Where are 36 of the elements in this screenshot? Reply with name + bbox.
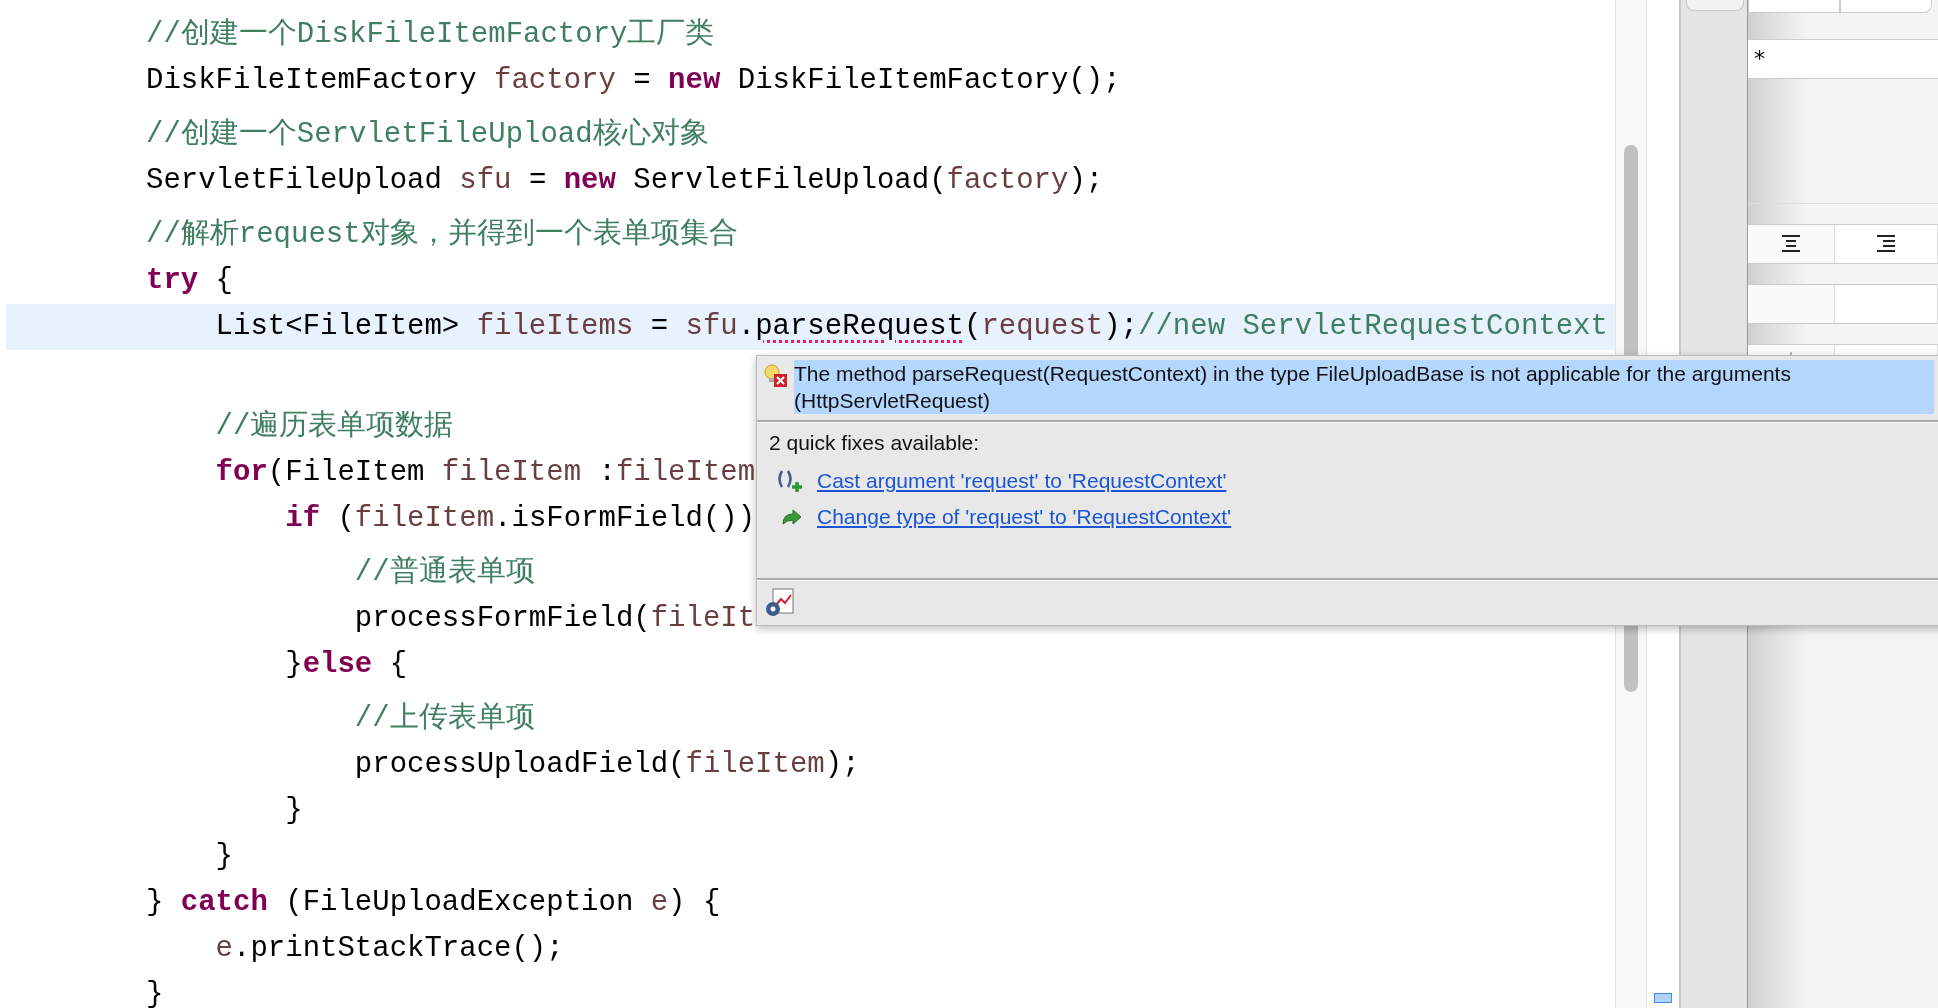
code-line: DiskFileItemFactory factory = new DiskFileItemFactory(); <box>146 64 1121 97</box>
code-line: for(FileItem fileItem :fileItem <box>214 456 756 489</box>
code-line: if (fileItem.isFormField()) <box>284 502 756 535</box>
text-field[interactable]: * <box>1748 39 1938 79</box>
align-right-icon <box>1876 235 1896 253</box>
code-line: List<FileItem> fileItems = sfu.parseRequest(request);//new ServletRequestContext <box>214 310 1608 343</box>
toolbar-button[interactable] <box>1686 0 1744 11</box>
code-line: //遍历表单项数据 <box>214 410 454 443</box>
code-line: //创建一个DiskFileItemFactory工厂类 <box>146 18 715 51</box>
code-line: //普通表单项 <box>353 556 535 589</box>
code-line: //上传表单项 <box>353 702 535 735</box>
overview-marker[interactable] <box>1654 993 1672 1003</box>
code-line: } <box>146 978 164 1008</box>
code-line: } <box>284 794 303 827</box>
toolbar-button[interactable] <box>1840 0 1932 13</box>
code-line: } <box>214 840 233 873</box>
code-line: //创建一个ServletFileUpload核心对象 <box>146 118 709 151</box>
panel-cell[interactable] <box>1748 285 1835 323</box>
code-line: }else { <box>284 648 408 681</box>
align-center-button[interactable] <box>1748 225 1835 263</box>
code-line: processUploadField(fileItem); <box>353 748 860 781</box>
error-message: The method parseRequest(RequestContext) in the type FileUploadBase is not applicable for the arguments (HttpServletRequest) <box>794 360 1934 414</box>
error-bulb-icon <box>763 363 789 389</box>
code-line: e.printStackTrace(); <box>214 932 564 965</box>
parentheses-plus-icon <box>775 468 805 494</box>
document-gear-icon <box>763 587 797 619</box>
code-line: ServletFileUpload sfu = new ServletFileUpload(factory); <box>146 164 1104 197</box>
code-line: processFormField(fileIt <box>353 602 756 635</box>
align-center-icon <box>1781 235 1801 253</box>
toolbar-button[interactable] <box>1748 0 1840 13</box>
quick-fix-link[interactable]: Cast argument 'request' to 'RequestContext' <box>817 469 1227 493</box>
code-line: } catch (FileUploadException e) { <box>146 886 721 919</box>
quick-fix-link[interactable]: Change type of 'request' to 'RequestContext' <box>817 505 1232 529</box>
code-line: try { <box>146 264 234 297</box>
code-line: //解析request对象，并得到一个表单项集合 <box>146 218 738 251</box>
quick-fix-heading: 2 quick fixes available: <box>769 431 981 455</box>
